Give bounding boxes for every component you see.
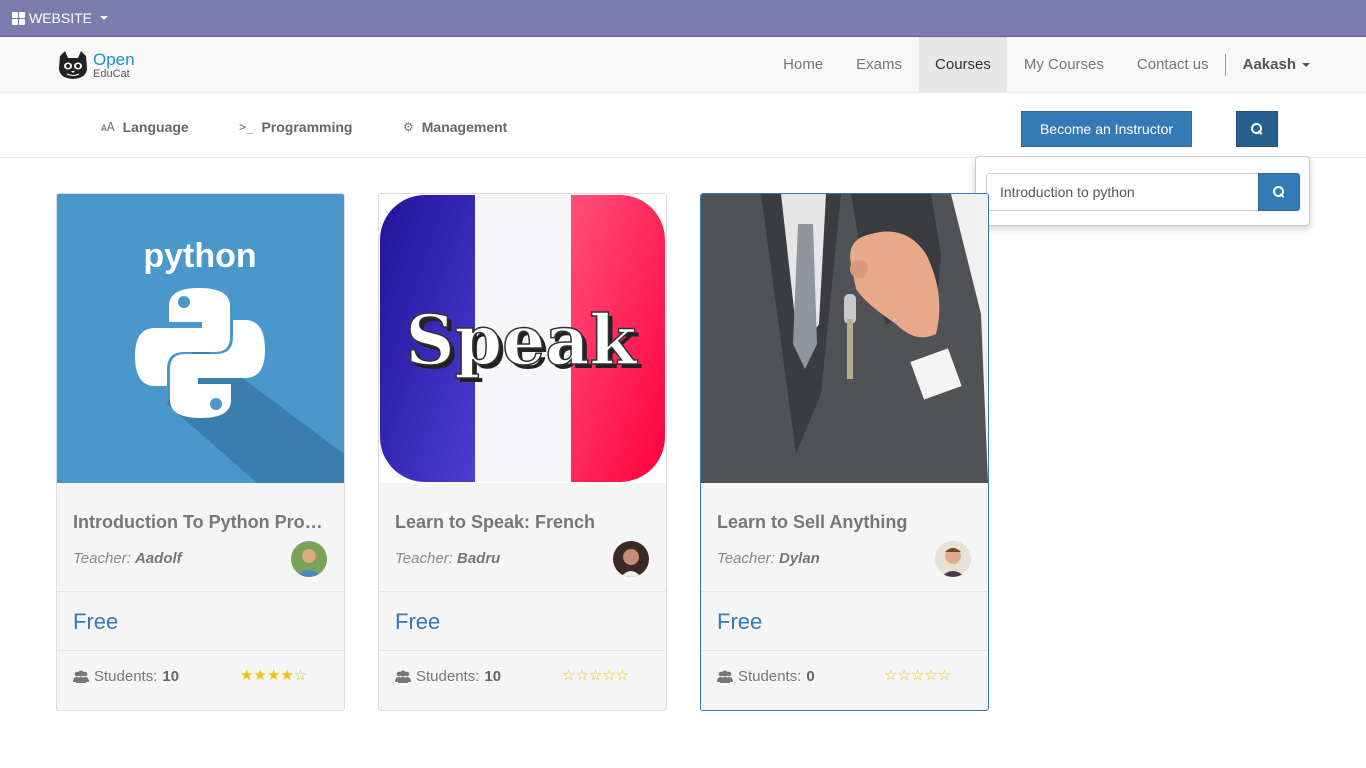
- course-teacher: Teacher: Badru: [395, 550, 500, 567]
- teacher-name: Badru: [457, 550, 501, 567]
- students-value: 0: [806, 668, 815, 685]
- search-submit-button[interactable]: [1258, 173, 1300, 211]
- students-label: Students:: [738, 668, 802, 685]
- cat-logo-icon: [59, 51, 87, 79]
- speak-image-text: Speak: [405, 301, 638, 381]
- search-popover: [975, 156, 1310, 226]
- students-label: Students:: [94, 668, 158, 685]
- divider: [379, 650, 666, 651]
- admin-bar: WEBSITE: [0, 0, 1366, 37]
- website-label: WEBSITE: [29, 10, 93, 26]
- users-icon: [395, 670, 411, 683]
- star-rating: ★★★★☆: [240, 666, 308, 684]
- category-bar: 🗚 Language >_ Programming ⚙ Management B…: [0, 93, 1366, 158]
- teacher-name: Aadolf: [135, 550, 182, 567]
- students-value: 10: [162, 668, 180, 685]
- users-icon: [73, 670, 89, 683]
- course-image-sell: [701, 194, 988, 483]
- course-teacher: Teacher: Dylan: [717, 550, 820, 567]
- course-teacher: Teacher: Aadolf: [73, 550, 182, 567]
- logo-text-educat: EduCat: [93, 67, 130, 80]
- students-label: Students:: [416, 668, 480, 685]
- divider: [701, 591, 988, 592]
- course-card-french[interactable]: Speak Speak Learn to Speak: French Teach…: [378, 193, 667, 711]
- divider: [57, 650, 344, 651]
- course-title[interactable]: Learn to Speak: French: [395, 512, 650, 533]
- star-rating: ☆☆☆☆☆: [562, 666, 630, 684]
- nav-exams[interactable]: Exams: [840, 37, 919, 93]
- category-programming[interactable]: >_ Programming: [239, 119, 352, 135]
- logo-text-open: Open: [93, 49, 135, 69]
- teacher-avatar: [613, 541, 649, 577]
- caret-down-icon: [100, 16, 109, 20]
- grid-icon: [12, 11, 25, 25]
- user-menu[interactable]: Aakash: [1226, 37, 1366, 93]
- nav-contact-us[interactable]: Contact us: [1120, 37, 1225, 93]
- course-title[interactable]: Introduction To Python Programming: [73, 512, 328, 533]
- course-card-sell[interactable]: Learn to Sell Anything Teacher: Dylan Fr…: [700, 193, 989, 711]
- search-icon: [1273, 186, 1285, 198]
- nav-my-courses[interactable]: My Courses: [1007, 37, 1120, 93]
- users-icon: [717, 670, 733, 683]
- course-title[interactable]: Learn to Sell Anything: [717, 512, 972, 533]
- divider: [701, 650, 988, 651]
- students-count: Students: 10: [395, 668, 501, 685]
- category-management[interactable]: ⚙ Management: [403, 119, 507, 135]
- category-label: Programming: [261, 119, 353, 135]
- students-value: 10: [484, 668, 502, 685]
- category-label: Language: [122, 119, 189, 135]
- gear-icon: ⚙: [403, 120, 414, 134]
- become-instructor-button[interactable]: Become an Instructor: [1021, 111, 1192, 147]
- teacher-prefix: Teacher:: [395, 550, 453, 567]
- teacher-avatar: [291, 541, 327, 577]
- nav-home[interactable]: Home: [767, 37, 840, 93]
- caret-down-icon: [1302, 63, 1310, 68]
- course-card-python[interactable]: python Introduction To Python Programmin…: [56, 193, 345, 711]
- search-input[interactable]: [986, 173, 1259, 211]
- logo[interactable]: Open EduCat: [57, 50, 135, 80]
- language-icon: 🗚: [101, 119, 115, 134]
- terminal-icon: >_: [239, 120, 254, 134]
- teacher-name: Dylan: [779, 550, 820, 567]
- python-image-text: python: [143, 237, 256, 275]
- course-image-french: Speak Speak: [379, 194, 666, 483]
- course-price: Free: [73, 609, 119, 634]
- main-navbar: Open EduCat Home Exams Courses My Course…: [0, 37, 1366, 93]
- nav-menu: Home Exams Courses My Courses Contact us…: [767, 37, 1366, 93]
- teacher-prefix: Teacher:: [717, 550, 775, 567]
- category-language[interactable]: 🗚 Language: [101, 119, 189, 135]
- teacher-prefix: Teacher:: [73, 550, 131, 567]
- course-image-python: python: [57, 194, 344, 483]
- teacher-avatar: [935, 541, 971, 577]
- course-price: Free: [395, 609, 441, 634]
- divider: [57, 591, 344, 592]
- students-count: Students: 0: [717, 668, 815, 685]
- user-name: Aakash: [1242, 56, 1296, 73]
- divider: [379, 591, 666, 592]
- search-toggle-button[interactable]: [1236, 111, 1278, 147]
- star-rating: ☆☆☆☆☆: [884, 666, 952, 684]
- students-count: Students: 10: [73, 668, 179, 685]
- search-icon: [1251, 123, 1263, 135]
- category-label: Management: [421, 119, 508, 135]
- course-price: Free: [717, 609, 763, 634]
- website-menu[interactable]: WEBSITE: [12, 10, 109, 26]
- nav-courses[interactable]: Courses: [918, 37, 1008, 93]
